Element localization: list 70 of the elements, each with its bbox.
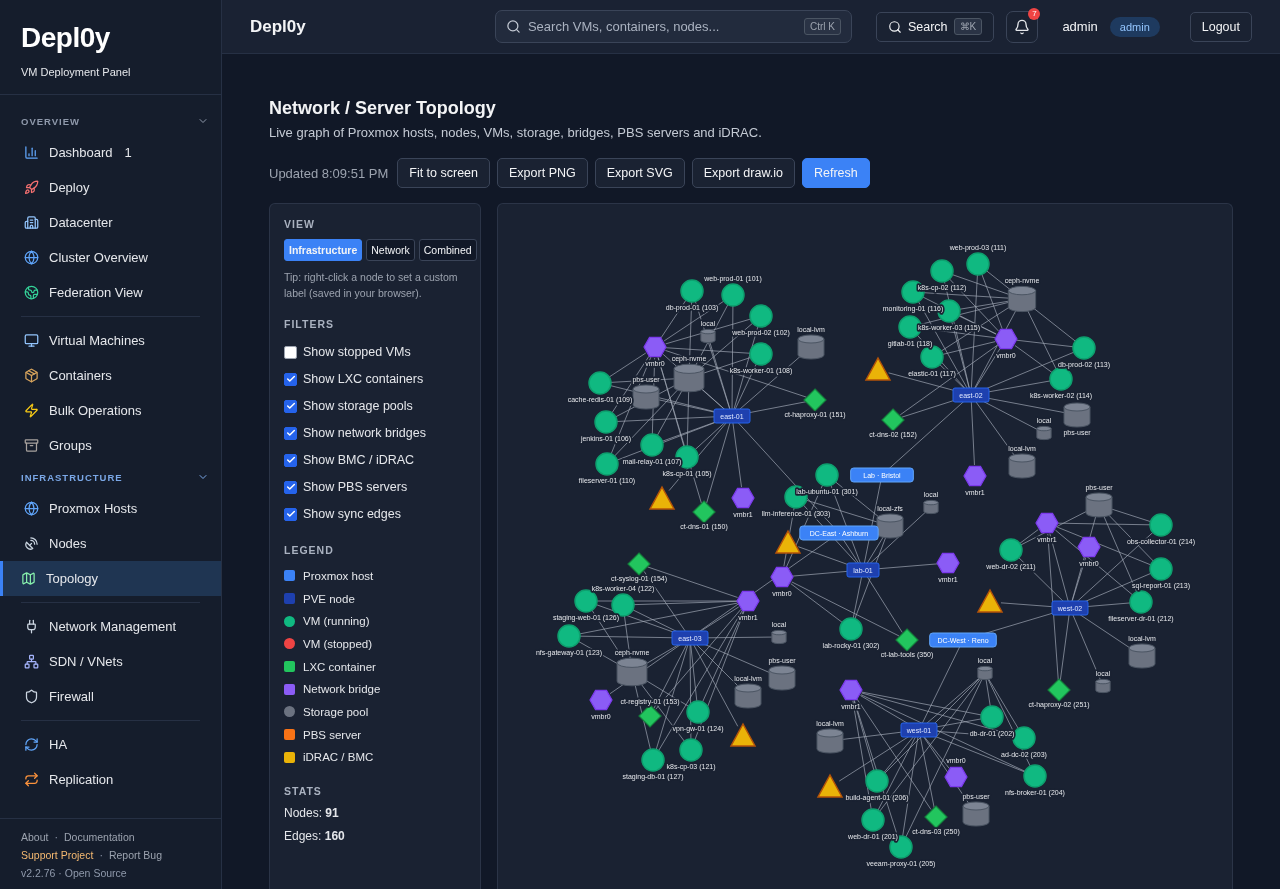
page-subtitle: Live graph of Proxmox hosts, nodes, VMs, storage, bridges, PBS servers and iDRAC. [269,125,763,140]
legend-label: VM (running) [303,615,370,628]
user-name: admin [1062,19,1098,34]
notification-badge: 7 [1028,7,1041,20]
sidebar-item[interactable]: Bulk Operations [0,393,221,428]
section-title: FILTERS [284,317,335,330]
shortcut-hint: ⌘K [953,18,983,35]
legend-label: Storage pool [303,705,369,718]
notifications-button[interactable]: 7 [1006,10,1039,43]
sidebar-item[interactable]: Cluster Overview [0,240,221,275]
sidebar-item[interactable]: Replication [0,762,221,797]
filter-checkbox[interactable]: Show sync edges [284,500,466,528]
toolbar-button[interactable]: Export PNG [497,158,588,188]
filter-checkbox[interactable]: Show stopped VMs [284,338,466,366]
sidebar-item[interactable]: SDN / VNets [0,644,221,679]
section-title: STATS [284,784,323,797]
filter-checkbox[interactable]: Show storage pools [284,392,466,420]
footer-link[interactable]: About [21,831,49,843]
count-label: 1 [124,145,132,160]
sidebar-item[interactable]: Proxmox Hosts [0,491,221,526]
sidebar-item[interactable]: Topology [0,561,221,596]
filter-checkbox[interactable]: Show LXC containers [284,365,466,393]
role-badge: admin [1109,16,1160,37]
sidebar-item[interactable]: Dashboard 1 [0,135,221,170]
footer-link[interactable]: Documentation [63,831,135,843]
section-title: VIEW [284,218,316,230]
legend-label: PBS server [303,728,362,741]
logout-button[interactable]: Logout [1189,11,1252,42]
toolbar-button[interactable]: Export SVG [594,158,685,188]
sidebar-item[interactable]: Datacenter [0,205,221,240]
footer-link[interactable]: Report Bug [108,849,162,861]
sidebar-item[interactable]: Virtual Machines [0,323,221,358]
legend-label: LXC container [303,660,376,673]
sidebar-item[interactable]: Nodes [0,526,221,561]
view-tab[interactable]: Combined [418,239,477,261]
filter-checkbox[interactable]: Show PBS servers [284,473,466,501]
sidebar-item[interactable]: Deploy [0,170,221,205]
filter-checkbox[interactable]: Show network bridges [284,419,466,447]
updated-time: Updated 8:09:51 PM [269,165,389,181]
section-title: OVERVIEW [21,115,81,127]
stat-text: Nodes: 91 [284,805,340,822]
legend-label: PVE node [303,592,355,605]
separator-dot: · [54,831,58,843]
legend-label: VM (stopped) [303,637,373,650]
sidebar-item[interactable]: Network Management [0,609,221,644]
view-tab[interactable]: Network [366,239,415,261]
sidebar-item[interactable]: Containers [0,358,221,393]
legend-label: Proxmox host [303,569,374,582]
app-title: Depl0y [250,16,307,37]
version-text: v2.2.76 · Open Source [21,867,127,879]
filter-checkbox[interactable]: Show BMC / iDRAC [284,446,466,474]
sidebar-item[interactable]: HA [0,727,221,762]
section-title: LEGEND [284,543,335,556]
toolbar-button[interactable]: Export draw.io [691,158,795,188]
legend-label: Network bridge [303,683,381,696]
logo: Depl0y [21,22,111,54]
page-title: Network / Server Topology [269,98,497,119]
sidebar-item[interactable]: Firewall [0,679,221,714]
tip-text: Tip: right-click a node to set a custom label (saved in your browser). [284,270,459,301]
toolbar-button[interactable]: Fit to screen [397,158,491,188]
separator-dot: · [99,849,103,861]
stat-text: Edges: 160 [284,828,346,845]
tagline: VM Deployment Panel [21,66,132,78]
sidebar-item[interactable]: Federation View [0,275,221,310]
shortcut-hint: Ctrl K [803,18,841,35]
sidebar-item[interactable]: Groups [0,428,221,463]
footer-link[interactable]: Support Project [21,849,94,861]
section-title: INFRASTRUCTURE [21,471,123,483]
search-button[interactable]: Search ⌘K [875,11,995,42]
legend-label: iDRAC / BMC [303,751,374,764]
